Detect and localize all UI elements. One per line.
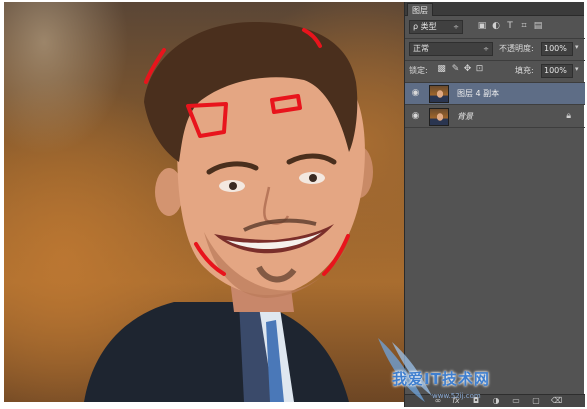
layer-thumbnail xyxy=(429,85,449,103)
blend-row: 正常 ÷ 不透明度: 100% ▾ xyxy=(405,39,585,59)
lock-transparent-icon[interactable]: ▩ xyxy=(437,64,446,75)
opacity-input[interactable]: 100% xyxy=(541,42,573,56)
lock-label: 锁定: xyxy=(409,66,428,75)
lock-all-icon[interactable]: ⊡ xyxy=(475,64,484,75)
layer-filter-select[interactable]: ρ 类型 ÷ xyxy=(409,20,463,34)
eye-icon[interactable]: ◉ xyxy=(410,111,421,122)
blend-mode-value: 正常 xyxy=(413,44,429,53)
document-canvas[interactable] xyxy=(4,2,404,402)
watermark-text: 我爱IT技术网 xyxy=(392,370,490,388)
layer-row-background[interactable]: ◉ 背景 🔒︎ xyxy=(405,106,585,128)
type-filter-icon[interactable]: T xyxy=(505,21,515,32)
lock-icon: 🔒︎ xyxy=(566,111,571,121)
fill-input[interactable]: 100% xyxy=(541,64,573,78)
image-filter-icon[interactable]: ▣ xyxy=(477,21,487,32)
lock-paint-icon[interactable]: ✎ xyxy=(451,64,460,75)
fill-label: 填充: xyxy=(515,66,534,75)
fill-value: 100% xyxy=(544,66,567,75)
lock-row: 锁定: ▩ ✎ ✥ ⊡ 填充: 100% ▾ xyxy=(405,61,585,81)
tab-layers[interactable]: 图层 xyxy=(407,3,433,16)
layer-name: 背景 xyxy=(457,112,473,121)
blend-mode-select[interactable]: 正常 ÷ xyxy=(409,42,493,56)
lock-position-icon[interactable]: ✥ xyxy=(463,64,472,75)
layer-filter-label: ρ 类型 xyxy=(413,22,437,31)
photo-illustration xyxy=(84,22,373,402)
eye-icon[interactable]: ◉ xyxy=(410,88,421,99)
opacity-value: 100% xyxy=(544,44,567,53)
layer-name: 图层 4 副本 xyxy=(457,89,500,98)
chevron-updown-icon: ÷ xyxy=(453,23,459,31)
opacity-label: 不透明度: xyxy=(499,44,534,53)
chevron-updown-icon: ÷ xyxy=(483,45,489,53)
chevron-down-icon[interactable]: ▾ xyxy=(575,65,582,73)
smartobject-filter-icon[interactable]: ▤ xyxy=(533,21,543,32)
panel-tab-bar: 图层 xyxy=(405,2,584,16)
layer-thumbnail xyxy=(429,108,449,126)
shape-filter-icon[interactable]: ⌗ xyxy=(519,21,529,32)
chevron-down-icon[interactable]: ▾ xyxy=(575,43,582,51)
watermark-url: www.52ij.com xyxy=(432,392,481,400)
adjustment-filter-icon[interactable]: ◐ xyxy=(491,21,501,32)
layer-row-copy[interactable]: ◉ 图层 4 副本 xyxy=(405,83,585,105)
filter-row: ρ 类型 ÷ ▣ ◐ T ⌗ ▤ xyxy=(405,18,585,38)
